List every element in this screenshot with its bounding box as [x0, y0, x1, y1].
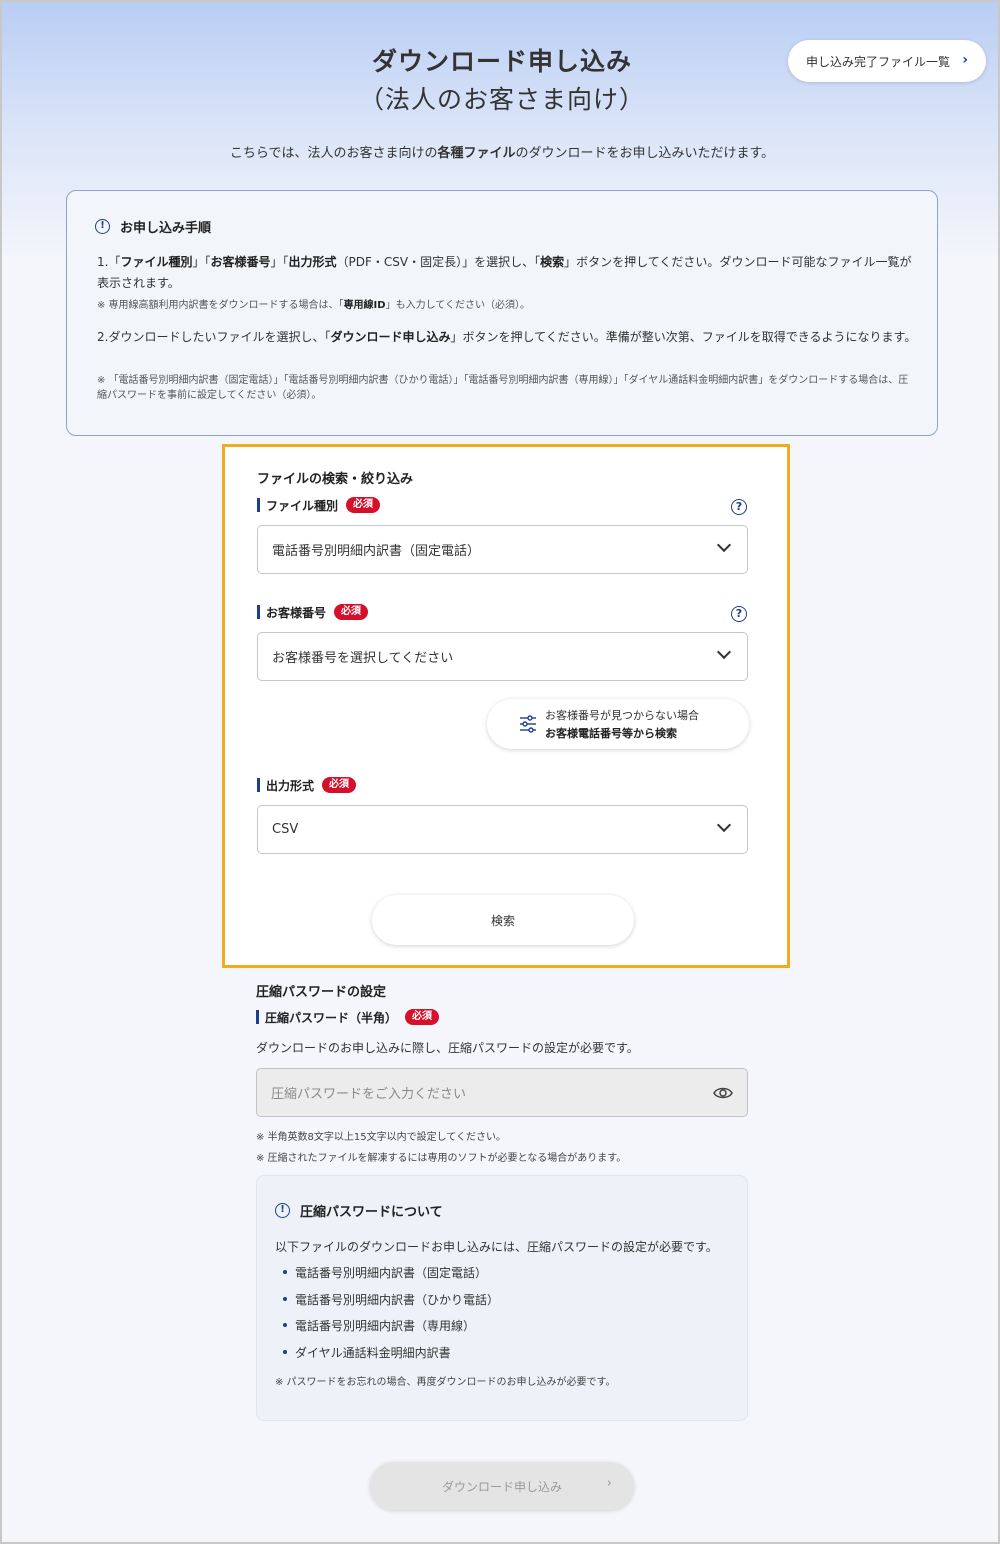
file-type-select[interactable]: 電話番号別明細内訳書（固定電話） — [257, 525, 748, 574]
output-format-label: 出力形式 必須 — [257, 777, 357, 793]
step-2-num: 2. — [97, 330, 109, 344]
bullet — [283, 1323, 287, 1327]
required-badge: 必須 — [334, 604, 369, 620]
intro-after: のダウンロードをお申し込みいただけます。 — [515, 146, 775, 161]
output-format-select[interactable]: CSV — [257, 805, 748, 854]
required-badge: 必須 — [322, 777, 357, 793]
not-found-line1: お客様番号が見つからない場合 — [545, 709, 699, 722]
output-format-label-text: 出力形式 — [266, 778, 315, 793]
bullet — [283, 1270, 287, 1274]
step-1-text: 1.「ファイル種別」「お客様番号」「出力形式（PDF・CSV・固定長）」を選択し… — [97, 252, 917, 294]
chevron-right-icon: › — [606, 1476, 612, 1491]
file-type-label: ファイル種別 必須 — [257, 497, 381, 513]
step-1-num: 1. — [97, 255, 109, 269]
password-file-list: 電話番号別明細内訳書（固定電話） 電話番号別明細内訳書（ひかり電話） 電話番号別… — [283, 1264, 499, 1370]
search-button[interactable]: 検索 — [372, 895, 634, 945]
chevron-down-icon — [716, 644, 732, 660]
password-note-2: ※ 圧縮されたファイルを解凍するには専用のソフトが必要となる場合があります。 — [256, 1153, 627, 1164]
password-section-title: 圧縮パスワードの設定 — [256, 985, 387, 1000]
download-apply-button[interactable]: ダウンロード申し込み › — [370, 1462, 634, 1510]
list-item-label: 電話番号別明細内訳書（ひかり電話） — [295, 1292, 500, 1307]
step-1-note: ※ 専用線高額利用内訳書をダウンロードする場合は、「専用線ID」も入力してくださ… — [97, 298, 917, 313]
password-about-foot: ※ パスワードをお忘れの場合、再度ダウンロードのお申し込みが必要です。 — [275, 1377, 616, 1388]
password-note-1: ※ 半角英数8文字以上15文字以内で設定してください。 — [256, 1132, 507, 1143]
password-label-text: 圧縮パスワード（半角） — [265, 1010, 398, 1025]
application-steps-box: ! お申し込み手順 1.「ファイル種別」「お客様番号」「出力形式（PDF・CSV… — [66, 190, 938, 436]
list-item-label: ダイヤル通話料金明細内訳書 — [295, 1345, 451, 1360]
password-about-box: ! 圧縮パスワードについて 以下ファイルのダウンロードお申し込みには、圧縮パスワ… — [256, 1175, 748, 1421]
password-label: 圧縮パスワード（半角） 必須 — [256, 1009, 440, 1025]
s1-customer-no: お客様番号 — [210, 255, 271, 269]
n1-before: ※ 専用線高額利用内訳書をダウンロードする場合は、「 — [97, 300, 344, 311]
help-icon[interactable]: ? — [731, 606, 747, 622]
list-item-label: 電話番号別明細内訳書（専用線） — [295, 1319, 476, 1333]
n1-after: 」も入力してください（必須）。 — [385, 300, 530, 311]
s1-format: 出力形式 — [288, 255, 337, 269]
file-type-value: 電話番号別明細内訳書（固定電話） — [272, 544, 481, 559]
not-found-line2: お客様電話番号等から検索 — [545, 727, 677, 740]
file-type-label-text: ファイル種別 — [266, 498, 339, 513]
password-input[interactable]: 圧縮パスワードをご入力ください — [256, 1068, 748, 1117]
filter-sliders-icon — [520, 715, 536, 733]
output-format-value: CSV — [272, 822, 299, 837]
search-by-phone-button[interactable]: お客様番号が見つからない場合 お客様電話番号等から検索 — [487, 699, 749, 749]
eye-icon[interactable] — [713, 1084, 733, 1102]
customer-number-select[interactable]: お客様番号を選択してください — [257, 632, 748, 681]
page-subtitle: （法人のお客さま向け） — [358, 85, 645, 114]
intro-text: こちらでは、法人のお客さま向けの各種ファイルのダウンロードをお申し込みいただけま… — [2, 142, 998, 161]
list-item: ダイヤル通話料金明細内訳書 — [283, 1344, 499, 1371]
list-item-label: 電話番号別明細内訳書（固定電話） — [295, 1266, 488, 1280]
intro-before: こちらでは、法人のお客さま向けの — [229, 146, 438, 161]
steps-heading: ! お申し込み手順 — [95, 217, 211, 236]
n1-bold: 専用線ID — [343, 300, 386, 311]
bullet — [283, 1349, 287, 1354]
completed-files-list-button[interactable]: 申し込み完了ファイル一覧 › — [788, 40, 986, 82]
password-about-heading: ! 圧縮パスワードについて — [275, 1201, 443, 1220]
password-description: ダウンロードのお申し込みに際し、圧縮パスワードの設定が必要です。 — [256, 1041, 639, 1055]
step-2-note: ※ 「電話番号別明細内訳書（固定電話）」「電話番号別明細内訳書（ひかり電話）」「… — [97, 375, 909, 401]
s1-mid: （PDF・CSV・固定長）」を選択し、「 — [336, 255, 541, 269]
s1-file-type: ファイル種別 — [120, 255, 193, 269]
s2-after: 」ボタンを押してください。準備が整い次第、ファイルを取得できるようになります。 — [450, 330, 917, 344]
list-item: 電話番号別明細内訳書（専用線） — [283, 1317, 499, 1344]
customer-number-label-text: お客様番号 — [266, 605, 327, 620]
chevron-down-icon — [716, 537, 732, 553]
s2-bold: ダウンロード申し込み — [330, 330, 451, 344]
password-about-desc: 以下ファイルのダウンロードお申し込みには、圧縮パスワードの設定が必要です。 — [275, 1240, 718, 1254]
download-apply-label: ダウンロード申し込み — [441, 1479, 562, 1494]
help-icon[interactable]: ? — [731, 499, 747, 515]
s1-search: 検索 — [540, 255, 565, 269]
steps-heading-label: お申し込み手順 — [120, 221, 212, 236]
s1-q2: 」「 — [192, 255, 211, 269]
required-badge: 必須 — [346, 497, 381, 513]
completed-files-list-label: 申し込み完了ファイル一覧 — [806, 54, 951, 69]
chevron-right-icon: › — [962, 52, 968, 68]
password-about-heading-text: 圧縮パスワードについて — [300, 1205, 443, 1220]
file-search-title: ファイルの検索・絞り込み — [257, 472, 414, 487]
password-placeholder: 圧縮パスワードをご入力ください — [271, 1087, 467, 1102]
intro-bold: 各種ファイル — [437, 146, 516, 161]
info-icon: ! — [275, 1203, 290, 1218]
s1-q3: 」「 — [270, 255, 289, 269]
file-search-panel: ファイルの検索・絞り込み ファイル種別 必須 ? 電話番号別明細内訳書（固定電話… — [222, 444, 790, 968]
info-icon: ! — [95, 219, 110, 234]
required-badge: 必須 — [405, 1009, 440, 1025]
page-frame: ダウンロード申し込み （法人のお客さま向け） 申し込み完了ファイル一覧 › こち… — [0, 0, 1000, 1544]
list-item: 電話番号別明細内訳書（固定電話） — [283, 1264, 499, 1291]
step-2-text: 2.ダウンロードしたいファイルを選択し、「ダウンロード申し込み」ボタンを押してく… — [97, 327, 917, 348]
s2-before: ダウンロードしたいファイルを選択し、「 — [108, 330, 331, 344]
list-item: 電話番号別明細内訳書（ひかり電話） — [283, 1291, 499, 1318]
s1-q1: 「 — [108, 255, 121, 269]
chevron-down-icon — [716, 817, 732, 833]
customer-number-value: お客様番号を選択してください — [272, 651, 454, 666]
bullet — [283, 1296, 287, 1301]
customer-number-label: お客様番号 必須 — [257, 604, 369, 620]
